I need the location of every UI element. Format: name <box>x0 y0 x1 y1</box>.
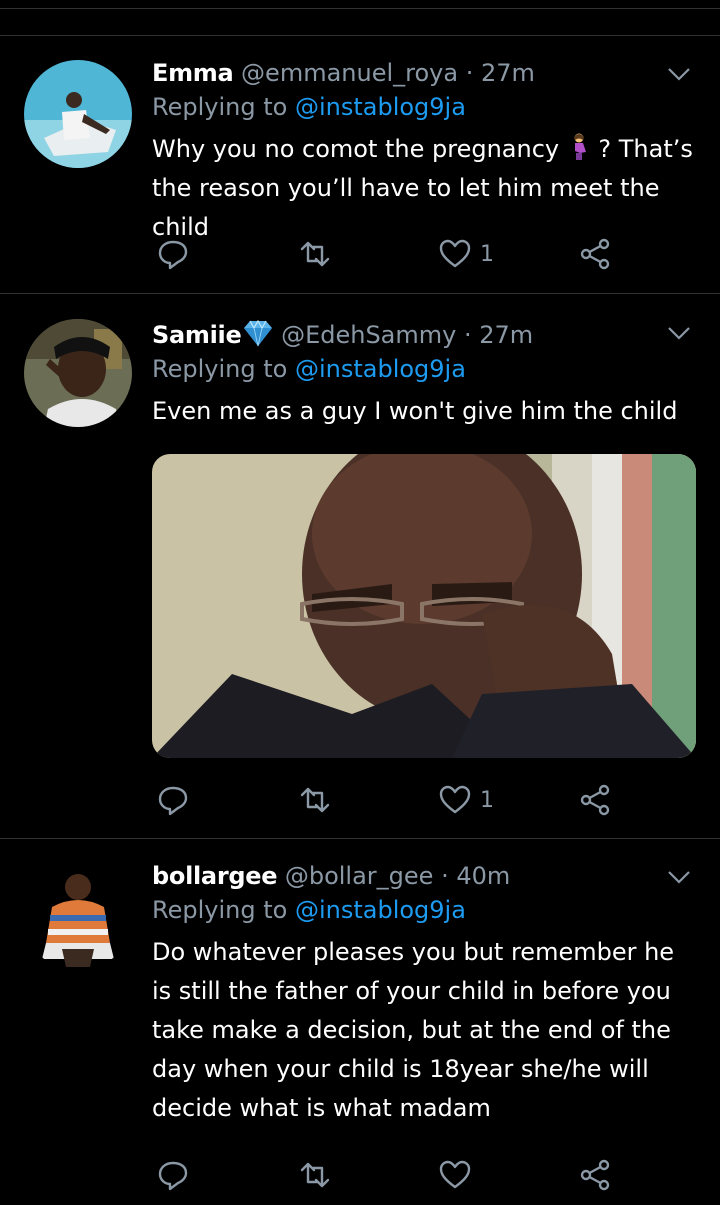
heart-icon <box>439 1160 471 1189</box>
share-icon <box>580 1159 610 1191</box>
avatar[interactable] <box>24 319 132 427</box>
reply-icon <box>158 1161 188 1191</box>
chevron-down-icon[interactable] <box>666 320 692 346</box>
mention-link[interactable]: @instablog9ja <box>295 355 466 383</box>
mention-link[interactable]: @instablog9ja <box>295 896 466 924</box>
tweet-text: Even me as a guy I won't give him the ch… <box>152 397 678 425</box>
tweet-actions <box>152 1155 612 1195</box>
like-count: 1 <box>480 787 494 813</box>
separator: · <box>463 321 472 349</box>
replying-prefix: Replying to <box>152 93 288 121</box>
replying-to: Replying to @instablog9ja <box>152 90 696 124</box>
replying-prefix: Replying to <box>152 355 288 383</box>
mention-link[interactable]: @instablog9ja <box>295 93 466 121</box>
user-handle[interactable]: @EdehSammy <box>281 321 456 349</box>
like-count: 1 <box>480 241 494 267</box>
tweet-text: Why you no comot the pregnancy ? That’s … <box>152 130 696 247</box>
share-icon <box>580 238 610 270</box>
replying-prefix: Replying to <box>152 896 288 924</box>
user-handle[interactable]: @bollar_gee <box>285 862 434 890</box>
gem-emoji <box>243 319 273 347</box>
like-button[interactable]: 1 <box>438 780 494 820</box>
reply-icon <box>158 786 188 816</box>
tweet-text: Do whatever pleases you but remember he … <box>152 938 675 1122</box>
display-name[interactable]: Emma <box>152 59 234 87</box>
like-button[interactable]: 1 <box>438 234 494 274</box>
retweet-icon <box>300 1162 330 1188</box>
retweet-icon <box>300 787 330 813</box>
share-icon <box>580 784 610 816</box>
heart-icon <box>439 239 471 268</box>
tweet-header: Samiie @EdehSammy · 27m <box>152 318 696 352</box>
avatar[interactable] <box>24 863 132 971</box>
avatar[interactable] <box>24 60 132 168</box>
retweet-button[interactable] <box>298 1155 332 1195</box>
tweet-2[interactable]: Samiie @EdehSammy · 27m Replying to @ins… <box>0 293 720 839</box>
display-name[interactable]: bollargee <box>152 862 277 890</box>
timestamp[interactable]: 40m <box>456 862 510 890</box>
display-name[interactable]: Samiie <box>152 321 242 349</box>
like-button[interactable] <box>438 1155 472 1195</box>
separator: · <box>441 862 449 890</box>
tweet-actions: 1 <box>152 780 612 820</box>
tweet-3[interactable]: bollargee @bollar_gee · 40m Replying to … <box>0 838 720 1205</box>
tweet-1[interactable]: Emma @emmanuel_roya · 27m Replying to @i… <box>0 35 720 294</box>
chevron-down-icon[interactable] <box>666 864 692 890</box>
separator: · <box>465 59 474 87</box>
share-button[interactable] <box>578 780 612 820</box>
heart-icon <box>439 785 471 814</box>
share-button[interactable] <box>578 234 612 274</box>
timestamp[interactable]: 27m <box>479 321 533 349</box>
pregnant-woman-emoji <box>567 133 591 161</box>
share-button[interactable] <box>578 1155 612 1195</box>
reply-button[interactable] <box>156 234 190 274</box>
replying-to: Replying to @instablog9ja <box>152 893 696 927</box>
retweet-button[interactable] <box>298 780 332 820</box>
retweet-icon <box>300 241 330 267</box>
tweet-header: Emma @emmanuel_roya · 27m <box>152 56 696 90</box>
reply-button[interactable] <box>156 1155 190 1195</box>
reply-icon <box>158 240 188 270</box>
tweet-photo[interactable] <box>152 454 696 758</box>
replying-to: Replying to @instablog9ja <box>152 352 696 386</box>
tweet-header: bollargee @bollar_gee · 40m <box>152 859 696 893</box>
retweet-button[interactable] <box>298 234 332 274</box>
tweet-text-part-1: Why you no comot the pregnancy <box>152 135 560 163</box>
timestamp[interactable]: 27m <box>481 59 535 87</box>
chevron-down-icon[interactable] <box>666 61 692 87</box>
user-handle[interactable]: @emmanuel_roya <box>241 59 458 87</box>
top-divider <box>0 8 720 9</box>
tweet-actions: 1 <box>152 234 612 274</box>
reply-button[interactable] <box>156 780 190 820</box>
